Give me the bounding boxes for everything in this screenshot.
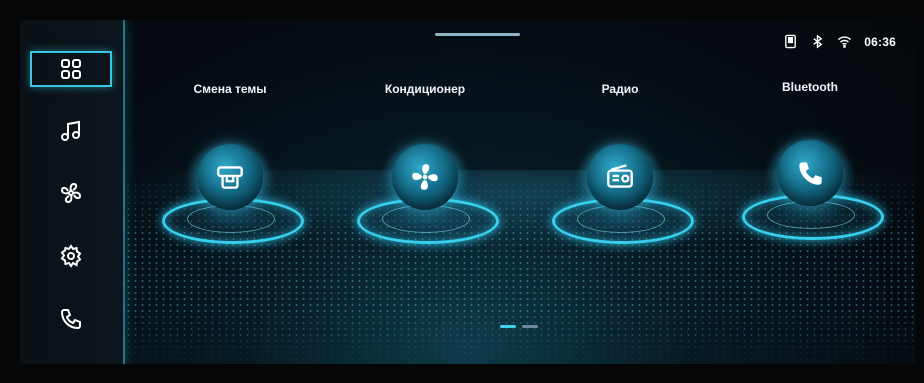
- fan-icon: [60, 182, 82, 204]
- tile-orb: [777, 140, 843, 206]
- page-dot-active[interactable]: [500, 325, 516, 328]
- page-indicator: [500, 325, 538, 328]
- settings-gear-icon: [60, 244, 82, 268]
- radio-icon: [607, 164, 633, 188]
- tile-climate[interactable]: Кондиционер: [350, 82, 500, 252]
- tile-orb: [197, 144, 263, 210]
- tile-label: Bluetooth: [782, 80, 838, 94]
- bluetooth-icon: [813, 34, 823, 49]
- fan-icon: [412, 164, 438, 190]
- phone-icon: [60, 309, 81, 330]
- sidebar-item-climate[interactable]: [30, 175, 112, 211]
- sidebar-item-music[interactable]: [30, 113, 112, 149]
- sidebar-item-settings[interactable]: [30, 238, 112, 274]
- sidebar-item-phone[interactable]: [30, 301, 112, 337]
- usb-icon: [785, 34, 797, 49]
- tile-bluetooth[interactable]: Bluetooth: [735, 80, 885, 250]
- apps-grid-icon: [61, 59, 81, 79]
- music-icon: [61, 120, 80, 141]
- tile-label: Кондиционер: [384, 82, 466, 96]
- clock: 06:36: [864, 34, 896, 49]
- theme-shirt-icon: [217, 166, 243, 189]
- status-bar: 06:36: [783, 34, 896, 49]
- head-unit-screen: 06:36 Смена темы Кондиционер Радио Bluet…: [20, 20, 916, 364]
- tile-radio[interactable]: Радио: [545, 82, 695, 252]
- sidebar: [20, 20, 125, 364]
- wifi-icon: [838, 36, 852, 48]
- phone-icon: [799, 162, 822, 185]
- tile-label: Радио: [601, 82, 639, 96]
- sidebar-item-apps[interactable]: [30, 51, 112, 87]
- page-dot[interactable]: [522, 325, 538, 328]
- drag-handle[interactable]: [435, 33, 520, 36]
- tile-theme[interactable]: Смена темы: [155, 82, 305, 252]
- tile-orb: [392, 144, 458, 210]
- tile-orb: [587, 144, 653, 210]
- tile-label: Смена темы: [193, 82, 267, 96]
